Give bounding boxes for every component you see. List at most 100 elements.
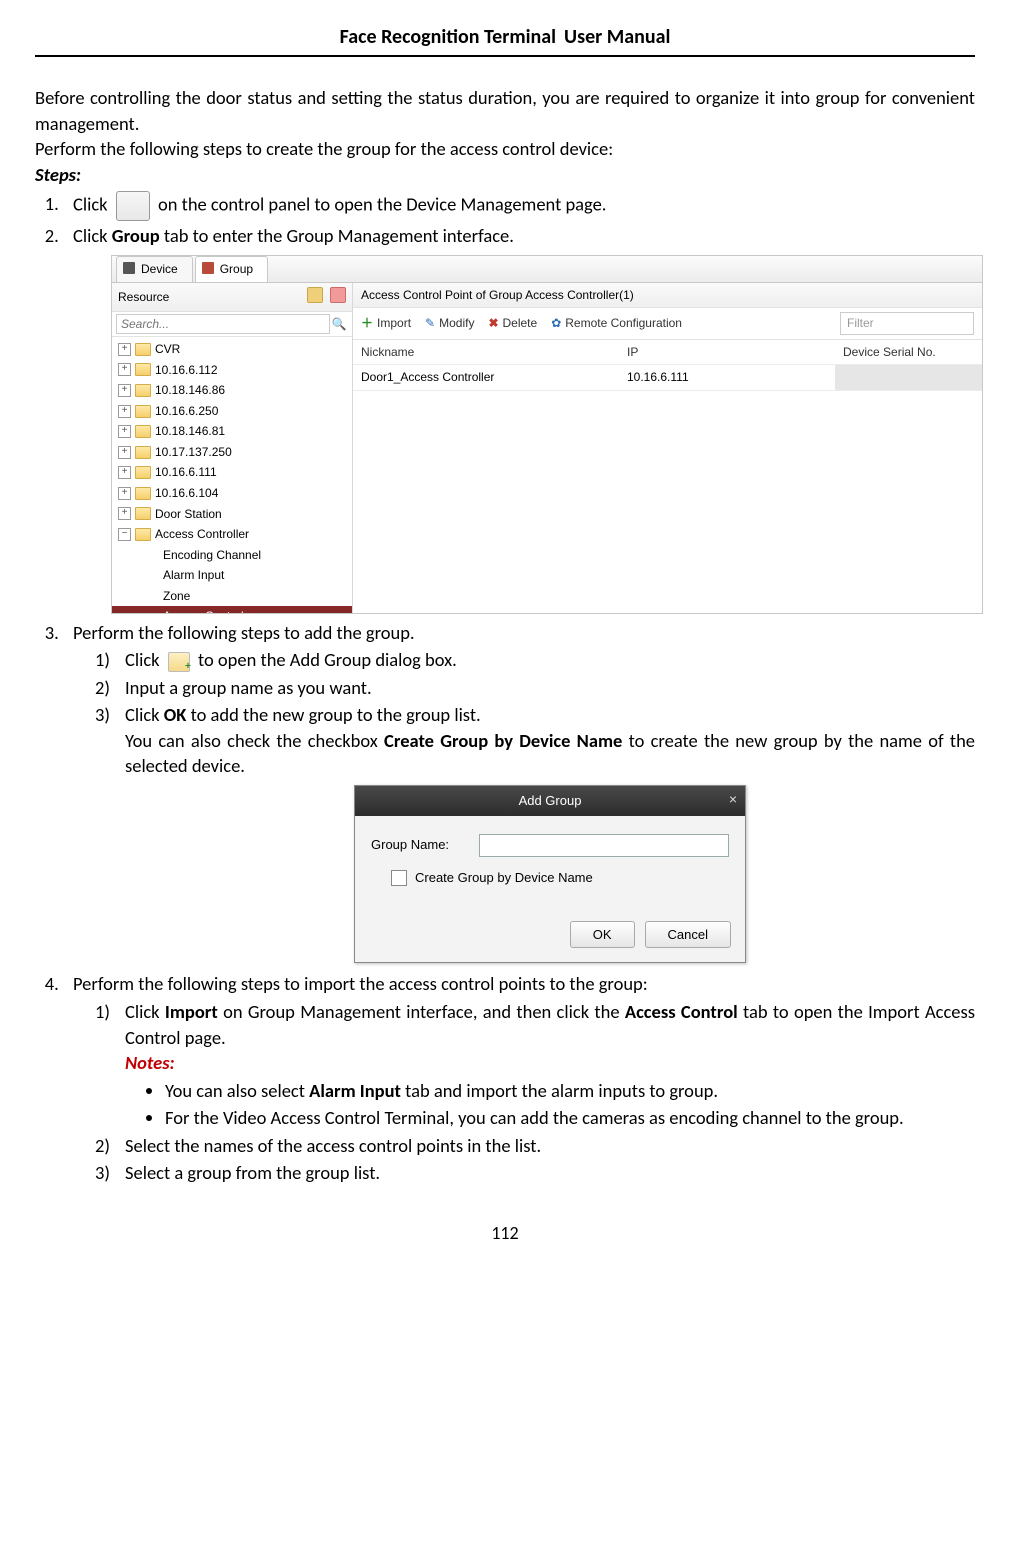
- group-name-label: Group Name:: [371, 836, 471, 854]
- folder-icon: [135, 507, 151, 520]
- device-management-icon: [116, 191, 150, 221]
- expand-icon[interactable]: +: [118, 425, 131, 438]
- tree-subitem-label: Zone: [163, 588, 190, 605]
- search-input[interactable]: [116, 314, 330, 334]
- tree-item-label: 10.18.146.86: [155, 382, 225, 399]
- step-4-1: Click Import on Group Management interfa…: [95, 999, 975, 1131]
- expand-icon[interactable]: +: [118, 507, 131, 520]
- step-3-1: Click to open the Add Group dialog box.: [95, 647, 975, 673]
- step-4-3: Select a group from the group list.: [95, 1160, 975, 1186]
- step-4-2: Select the names of the access control p…: [95, 1133, 975, 1159]
- tree-subitem[interactable]: Alarm Input: [112, 565, 352, 586]
- page-number: 112: [35, 1222, 975, 1244]
- folder-icon: [135, 384, 151, 397]
- resource-tree[interactable]: +CVR+10.16.6.112+10.18.146.86+10.16.6.25…: [112, 337, 352, 612]
- tree-item-label: Door Station: [155, 506, 222, 523]
- close-icon[interactable]: ×: [729, 790, 737, 809]
- expand-icon[interactable]: +: [118, 384, 131, 397]
- add-folder-icon: [168, 652, 190, 672]
- expand-icon[interactable]: +: [118, 466, 131, 479]
- tab-device[interactable]: Device: [116, 256, 193, 282]
- table-row[interactable]: Door1_Access Controller 10.16.6.111: [353, 365, 982, 391]
- folder-icon: [135, 466, 151, 479]
- expand-icon[interactable]: +: [118, 343, 131, 356]
- tree-item[interactable]: +10.16.6.111: [112, 462, 352, 483]
- steps-label: Steps:: [35, 162, 975, 188]
- ok-button[interactable]: OK: [570, 921, 635, 949]
- delete-group-icon[interactable]: [330, 287, 346, 303]
- folder-icon: [135, 363, 151, 376]
- step-3-3: Click OK to add the new group to the gro…: [95, 702, 975, 963]
- remote-config-icon: ✿: [551, 315, 561, 332]
- table-header-row: Nickname IP Device Serial No.: [353, 340, 982, 366]
- expand-icon[interactable]: +: [118, 405, 131, 418]
- folder-icon: [135, 528, 151, 541]
- expand-icon[interactable]: +: [118, 363, 131, 376]
- tab-group[interactable]: Group: [195, 256, 268, 282]
- tree-item[interactable]: +10.18.146.86: [112, 380, 352, 401]
- tree-subitem[interactable]: Encoding Channel: [112, 545, 352, 566]
- right-panel-title: Access Control Point of Group Access Con…: [353, 283, 982, 309]
- folder-icon: [135, 405, 151, 418]
- tree-subitem-label: Alarm Input: [163, 567, 224, 584]
- note-1: You can also select Alarm Input tab and …: [165, 1078, 975, 1104]
- tree-item-label: 10.16.6.112: [155, 362, 218, 379]
- step-3-2: Input a group name as you want.: [95, 675, 975, 701]
- cancel-button[interactable]: Cancel: [645, 921, 731, 949]
- step-2: Click Group tab to enter the Group Manag…: [63, 223, 975, 614]
- expand-icon[interactable]: +: [118, 487, 131, 500]
- step-3: Perform the following steps to add the g…: [63, 620, 975, 964]
- add-group-icon[interactable]: [307, 287, 323, 303]
- header-title-bold: Face Recognition Terminal: [340, 25, 556, 49]
- tree-item[interactable]: + CVR: [112, 339, 352, 360]
- folder-icon: [135, 446, 151, 459]
- tree-item[interactable]: +10.17.137.250: [112, 442, 352, 463]
- create-by-device-label: Create Group by Device Name: [415, 869, 593, 887]
- step-4: Perform the following steps to import th…: [63, 971, 975, 1185]
- tree-item-label: 10.16.6.104: [155, 485, 218, 502]
- group-management-screenshot: Device Group Resource: [111, 255, 983, 614]
- remote-config-button[interactable]: ✿Remote Configuration: [551, 315, 682, 332]
- device-tab-icon: [123, 262, 135, 274]
- expand-icon[interactable]: +: [118, 446, 131, 459]
- note-2: For the Video Access Control Terminal, y…: [165, 1105, 975, 1131]
- filter-input[interactable]: Filter: [840, 312, 974, 335]
- tree-item[interactable]: +10.16.6.112: [112, 360, 352, 381]
- modify-button[interactable]: ✎Modify: [425, 315, 474, 332]
- tree-item-label: CVR: [155, 341, 180, 358]
- col-ip[interactable]: IP: [619, 340, 835, 365]
- resource-title: Resource: [118, 289, 169, 306]
- col-nickname[interactable]: Nickname: [353, 340, 619, 365]
- tree-item[interactable]: + Door Station: [112, 504, 352, 525]
- tree-subitem-label: Encoding Channel: [163, 547, 261, 564]
- intro-p2: Perform the following steps to create th…: [35, 136, 975, 162]
- tree-item-label: 10.18.146.81: [155, 423, 225, 440]
- search-icon[interactable]: 🔍: [330, 316, 348, 333]
- import-icon: ＋: [361, 315, 373, 332]
- delete-icon: ✖: [488, 315, 498, 332]
- delete-button[interactable]: ✖Delete: [488, 315, 537, 332]
- intro-p1: Before controlling the door status and s…: [35, 85, 975, 136]
- tree-item[interactable]: +10.16.6.250: [112, 401, 352, 422]
- tree-subitem[interactable]: Access Control: [112, 606, 352, 612]
- import-button[interactable]: ＋Import: [361, 315, 411, 332]
- tree-item-label: 10.16.6.250: [155, 403, 218, 420]
- tree-item-label: 10.16.6.111: [155, 464, 217, 481]
- tree-subitem-label: Access Control: [163, 608, 244, 612]
- folder-icon: [135, 425, 151, 438]
- folder-icon: [135, 343, 151, 356]
- header-title-rest: User Manual: [564, 25, 670, 49]
- group-tab-icon: [202, 262, 214, 274]
- col-serial[interactable]: Device Serial No.: [835, 340, 982, 365]
- tree-item-label: Access Controller: [155, 526, 249, 543]
- group-name-input[interactable]: [479, 834, 729, 857]
- expand-icon[interactable]: −: [118, 528, 131, 541]
- tree-subitem[interactable]: Zone: [112, 586, 352, 607]
- create-by-device-checkbox[interactable]: [391, 870, 407, 886]
- modify-icon: ✎: [425, 315, 435, 332]
- tree-item[interactable]: − Access Controller: [112, 524, 352, 545]
- notes-label: Notes:: [125, 1050, 975, 1076]
- tree-item[interactable]: +10.18.146.81: [112, 421, 352, 442]
- step-1: Click on the control panel to open the D…: [63, 191, 975, 221]
- tree-item[interactable]: +10.16.6.104: [112, 483, 352, 504]
